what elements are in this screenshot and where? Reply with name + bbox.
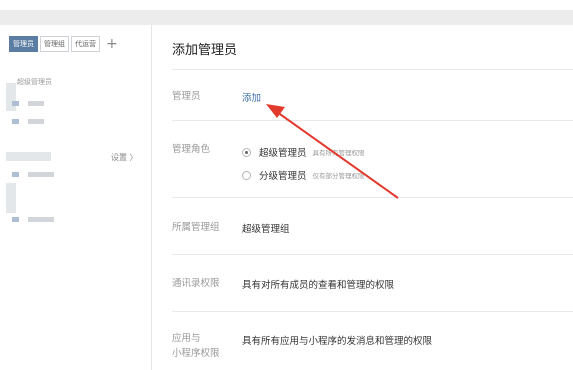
apps-permission-value: 具有所有应用与小程序的发消息和管理的权限 <box>242 336 433 347</box>
add-tab-icon[interactable]: + <box>106 37 118 51</box>
add-admin-link[interactable]: 添加 <box>242 90 261 104</box>
radio-unchecked-icon[interactable] <box>242 170 251 180</box>
blurred-item[interactable] <box>12 119 19 124</box>
blurred-item[interactable] <box>12 172 19 177</box>
sidebar-tabs: 管理员 管理组 代运营 + <box>9 36 118 52</box>
admin-label: 管理员 <box>172 91 201 102</box>
blurred-avatar <box>6 183 16 213</box>
divider <box>172 197 573 198</box>
blurred-item[interactable] <box>28 172 54 177</box>
role-option-label: 分级管理员 <box>259 171 307 182</box>
contacts-permission-label: 通讯录权限 <box>172 278 220 289</box>
page-title: 添加管理员 <box>172 43 238 58</box>
settings-link[interactable]: 设置 〉 <box>111 152 138 163</box>
divider <box>172 254 573 255</box>
role-option-super[interactable]: 超级管理员 具有所有管理权限 <box>242 145 365 159</box>
divider <box>172 311 573 312</box>
blurred-avatar <box>6 83 16 111</box>
role-option-label: 超级管理员 <box>259 148 307 159</box>
apps-permission-label-line2: 小程序权限 <box>172 348 220 359</box>
blurred-item[interactable] <box>28 101 44 106</box>
divider <box>172 120 573 121</box>
role-option-desc: 具有所有管理权限 <box>312 149 365 157</box>
role-option-desc: 仅有部分管理权限 <box>312 172 365 180</box>
role-option-limited[interactable]: 分级管理员 仅有部分管理权限 <box>242 168 365 182</box>
blurred-item[interactable] <box>12 217 19 222</box>
tab-operators[interactable]: 代运营 <box>71 36 100 52</box>
tab-admin-groups[interactable]: 管理组 <box>40 36 69 52</box>
main-panel: 添加管理员 管理员 添加 管理角色 超级管理员 具有所有管理权限 分级管理员 仅… <box>152 25 573 370</box>
group-label: 所属管理组 <box>172 222 220 233</box>
blurred-item[interactable] <box>28 119 44 124</box>
divider <box>172 69 573 70</box>
radio-checked-icon[interactable] <box>242 147 251 157</box>
tab-admins[interactable]: 管理员 <box>9 36 38 52</box>
top-bar <box>0 10 573 25</box>
contacts-permission-value: 具有对所有成员的查看和管理的权限 <box>242 280 395 291</box>
group-title: 超级管理员 <box>17 78 52 86</box>
group-value: 超级管理组 <box>242 224 290 235</box>
blurred-group-name <box>6 152 51 161</box>
blurred-item[interactable] <box>12 101 19 106</box>
apps-permission-label-line1: 应用与 <box>172 333 201 344</box>
sidebar: 管理员 管理组 代运营 + 超级管理员 设置 〉 <box>0 25 152 370</box>
role-label: 管理角色 <box>172 144 211 155</box>
blurred-item[interactable] <box>28 217 54 222</box>
